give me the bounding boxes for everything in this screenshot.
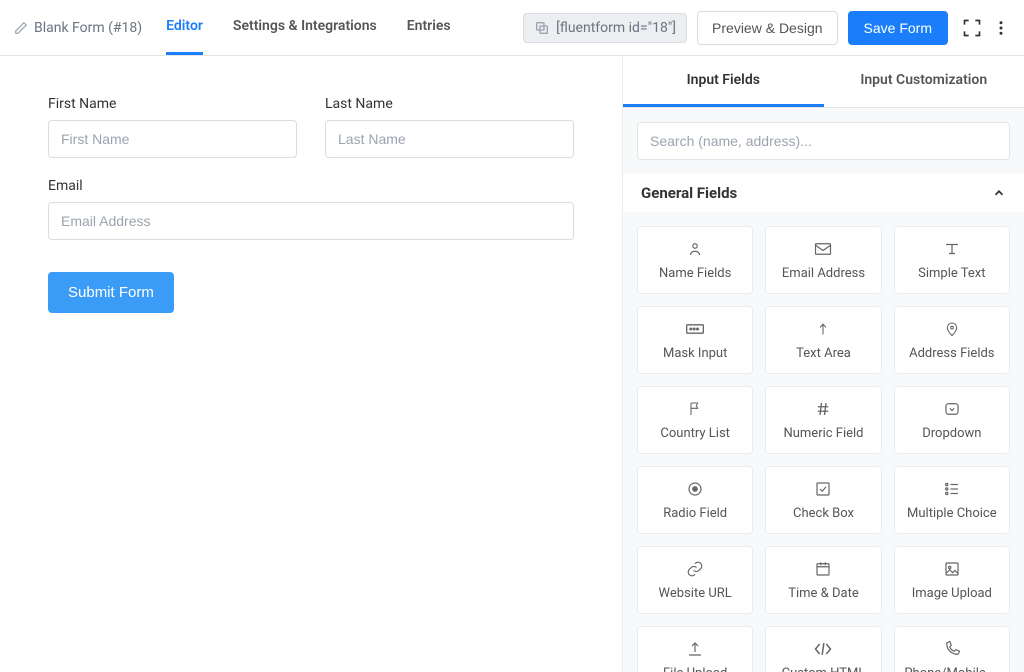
tab-entries[interactable]: Entries: [407, 0, 451, 55]
main: First Name Last Name Email Submit Form I…: [0, 56, 1024, 672]
dropdown-icon: [943, 400, 961, 418]
field-card-html[interactable]: Custom HTML: [765, 626, 881, 672]
form-title-text: Blank Form (#18): [34, 20, 142, 36]
field-card-country[interactable]: Country List: [637, 386, 753, 454]
field-card-dropdown[interactable]: Dropdown: [894, 386, 1010, 454]
field-last-name: Last Name: [325, 96, 574, 158]
tab-customization[interactable]: Input Customization: [824, 56, 1024, 107]
field-card-email[interactable]: Email Address: [765, 226, 881, 294]
field-card-checkbox[interactable]: Check Box: [765, 466, 881, 534]
shortcode-copy[interactable]: [fluentform id="18"]: [523, 13, 687, 43]
nav-tabs: Editor Settings & Integrations Entries: [166, 0, 450, 55]
field-card-image[interactable]: Image Upload: [894, 546, 1010, 614]
sidebar-tabs: Input Fields Input Customization: [623, 56, 1024, 108]
last-name-label: Last Name: [325, 96, 574, 112]
field-card-label: Dropdown: [922, 426, 981, 441]
field-card-label: Text Area: [796, 346, 851, 361]
country-icon: [687, 400, 703, 418]
first-name-input[interactable]: [48, 120, 297, 158]
field-card-label: File Upload: [663, 666, 727, 672]
first-name-label: First Name: [48, 96, 297, 112]
field-search-input[interactable]: [637, 122, 1010, 160]
mask-icon: [685, 320, 705, 338]
field-card-label: Phone/Mobile ...: [904, 666, 999, 672]
field-email: Email: [48, 178, 574, 240]
more-icon[interactable]: [992, 19, 1010, 37]
multiple-icon: [943, 480, 961, 498]
text-icon: [943, 240, 961, 258]
submit-button[interactable]: Submit Form: [48, 272, 174, 313]
datetime-icon: [814, 560, 832, 578]
field-card-label: Multiple Choice: [907, 506, 997, 521]
file-icon: [686, 640, 704, 658]
field-card-label: Check Box: [793, 506, 854, 521]
url-icon: [686, 560, 704, 578]
field-first-name: First Name: [48, 96, 297, 158]
field-card-phone[interactable]: Phone/Mobile ...: [894, 626, 1010, 672]
email-input[interactable]: [48, 202, 574, 240]
field-card-label: Website URL: [659, 586, 732, 601]
field-card-label: Time & Date: [788, 586, 859, 601]
shortcode-text: [fluentform id="18"]: [556, 20, 676, 36]
save-button[interactable]: Save Form: [848, 11, 948, 45]
field-card-multiple[interactable]: Multiple Choice: [894, 466, 1010, 534]
field-card-name[interactable]: Name Fields: [637, 226, 753, 294]
field-card-text[interactable]: Simple Text: [894, 226, 1010, 294]
image-icon: [943, 560, 961, 578]
pencil-icon: [14, 21, 28, 35]
checkbox-icon: [814, 480, 832, 498]
section-general-fields[interactable]: General Fields: [623, 174, 1024, 212]
sidebar: Input Fields Input Customization General…: [622, 56, 1024, 672]
tab-settings[interactable]: Settings & Integrations: [233, 0, 377, 55]
section-title: General Fields: [641, 184, 737, 202]
last-name-input[interactable]: [325, 120, 574, 158]
fields-grid: Name Fields Email Address Simple Text Mask …: [623, 212, 1024, 672]
field-card-label: Radio Field: [663, 506, 727, 521]
field-card-label: Address Fields: [909, 346, 994, 361]
field-card-address[interactable]: Address Fields: [894, 306, 1010, 374]
field-card-label: Name Fields: [659, 266, 731, 281]
phone-icon: [943, 640, 961, 658]
field-card-label: Mask Input: [663, 346, 727, 361]
copy-icon: [534, 20, 550, 36]
field-card-numeric[interactable]: Numeric Field: [765, 386, 881, 454]
field-card-label: Image Upload: [912, 586, 992, 601]
field-card-mask[interactable]: Mask Input: [637, 306, 753, 374]
field-card-radio[interactable]: Radio Field: [637, 466, 753, 534]
field-card-file[interactable]: File Upload: [637, 626, 753, 672]
html-icon: [813, 640, 833, 658]
email-icon: [814, 240, 832, 258]
field-card-datetime[interactable]: Time & Date: [765, 546, 881, 614]
field-card-label: Custom HTML: [782, 666, 866, 672]
email-label: Email: [48, 178, 574, 194]
field-card-label: Simple Text: [918, 266, 985, 281]
textarea-icon: [815, 320, 831, 338]
tab-editor[interactable]: Editor: [166, 0, 203, 55]
address-icon: [944, 320, 960, 338]
radio-icon: [686, 480, 704, 498]
field-card-label: Email Address: [782, 266, 865, 281]
fullscreen-icon[interactable]: [962, 18, 982, 38]
numeric-icon: [814, 400, 832, 418]
field-card-label: Numeric Field: [783, 426, 863, 441]
name-icon: [686, 240, 704, 258]
tab-input-fields[interactable]: Input Fields: [623, 56, 824, 107]
form-canvas: First Name Last Name Email Submit Form: [0, 56, 622, 672]
field-card-label: Country List: [660, 426, 730, 441]
topbar: Blank Form (#18) Editor Settings & Integ…: [0, 0, 1024, 56]
chevron-up-icon: [992, 186, 1006, 200]
field-card-textarea[interactable]: Text Area: [765, 306, 881, 374]
form-title[interactable]: Blank Form (#18): [14, 20, 142, 36]
field-card-url[interactable]: Website URL: [637, 546, 753, 614]
preview-button[interactable]: Preview & Design: [697, 11, 838, 45]
